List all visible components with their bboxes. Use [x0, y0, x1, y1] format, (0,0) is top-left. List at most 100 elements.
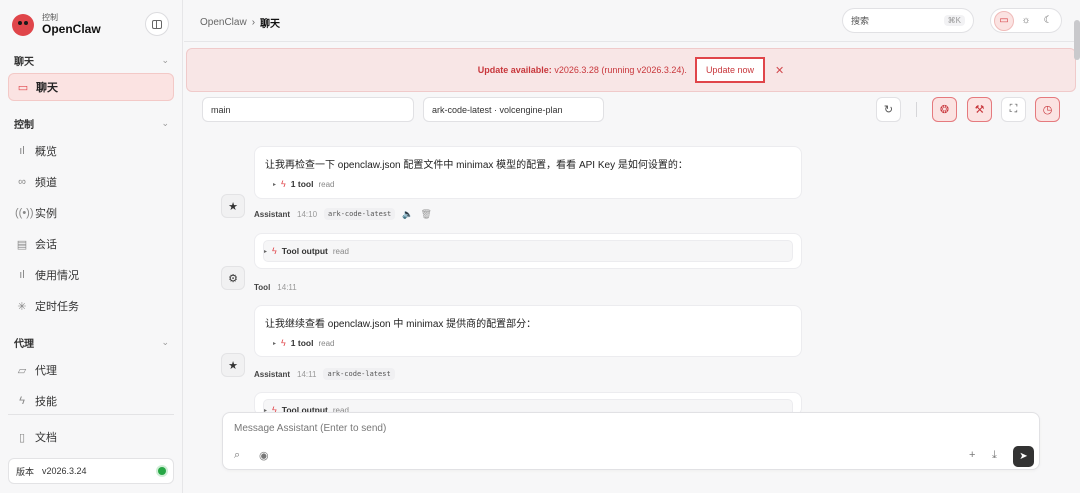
tool-name: Tool output [281, 246, 328, 256]
toolbar-separator [916, 102, 917, 117]
brain-icon[interactable]: ❂ [932, 97, 957, 122]
version-box: 版本 v2026.3.24 [8, 458, 174, 484]
sidebar-item-chat[interactable]: ▭ 聊天 [8, 73, 174, 101]
composer-placeholder: Message Assistant (Enter to send) [234, 423, 387, 434]
paperclip-icon[interactable]: ⌕ [234, 449, 240, 462]
sidebar-item-skills[interactable]: ϟ 技能 [8, 387, 174, 415]
refresh-icon[interactable]: ↻ [876, 97, 901, 122]
moon-icon[interactable]: ☾ [1038, 11, 1058, 31]
group-label: 代理 [14, 339, 34, 350]
brand[interactable]: 控制 OpenClaw [12, 10, 101, 40]
sidebar-divider [8, 414, 174, 415]
assistant-avatar-star-icon: ★ [221, 194, 245, 218]
sidebar-item-label: 使用情况 [35, 270, 79, 282]
sun-icon[interactable]: ☼ [1016, 11, 1036, 31]
group-label: 聊天 [14, 57, 34, 68]
tool-message: ▸ ϟ Tool output read [254, 233, 802, 269]
update-detail: v2026.3.28 (running v2026.3.24). [554, 65, 687, 75]
book-icon: ▯ [18, 431, 26, 444]
close-icon[interactable]: ✕ [775, 64, 784, 77]
broadcast-icon: ((•)) [15, 207, 34, 219]
trash-icon[interactable]: 🗑 [420, 209, 431, 220]
link-icon: ∞ [18, 176, 26, 188]
sidebar-item-label: 技能 [35, 396, 57, 408]
sidebar-item-channels[interactable]: ∞ 频道 [8, 168, 174, 196]
sidebar-toggle-icon [152, 19, 162, 29]
update-title: Update available: [477, 65, 552, 75]
sidebar-item-docs[interactable]: ▯ 文档 [8, 423, 174, 451]
sidebar-item-label: 文档 [35, 432, 57, 444]
wrench-icon[interactable]: ⚒ [967, 97, 992, 122]
breadcrumb-root[interactable]: OpenClaw [200, 17, 247, 28]
bar-chart-icon: ıl [19, 145, 25, 157]
chevron-down-icon: ⌄ [161, 118, 169, 128]
group-chat[interactable]: 聊天 ⌄ [14, 53, 169, 68]
sidebar-item-instances[interactable]: ((•)) 实例 [8, 199, 174, 227]
assistant-message: 让我继续查看 openclaw.json 中 minimax 提供商的配置部分：… [254, 305, 802, 357]
model-select[interactable]: ark-code-latest · volcengine-plan [423, 97, 604, 122]
version-value: v2026.3.24 [42, 466, 87, 476]
theme-switcher: ▭ ☼ ☾ [990, 8, 1062, 33]
message-meta: Tool 14:11 [254, 283, 297, 292]
topbar: OpenClaw › 聊天 搜索 ⌘K ▭ ☼ ☾ [184, 0, 1080, 42]
sidebar-item-usage[interactable]: ıl 使用情况 [8, 261, 174, 289]
breadcrumb: OpenClaw › 聊天 [200, 15, 280, 30]
sidebar-item-label: 定时任务 [35, 301, 79, 313]
sidebar-item-overview[interactable]: ıl 概览 [8, 137, 174, 165]
speaker-icon[interactable]: 🔈 [402, 209, 413, 220]
tool-name: 1 tool [290, 338, 314, 348]
message-role: Tool [254, 283, 271, 292]
chat-icon: ▭ [17, 81, 29, 94]
message-role: Assistant [254, 369, 291, 379]
openclaw-logo-icon [12, 14, 34, 36]
message-time: 14:10 [297, 209, 318, 219]
tool-kind: read [318, 179, 335, 189]
message-meta: Assistant 14:10 ark-code-latest 🔈 🗑 [254, 208, 432, 220]
sidebar-item-label: 实例 [35, 208, 57, 220]
message-text: 让我继续查看 openclaw.json 中 minimax 提供商的配置部分： [265, 319, 537, 330]
breadcrumb-current: 聊天 [260, 19, 281, 30]
bolt-icon: ϟ [281, 338, 286, 348]
send-button[interactable]: ➤ [1013, 446, 1034, 467]
collapse-sidebar-button[interactable] [145, 12, 169, 36]
focus-icon[interactable]: ⛶ [1001, 97, 1026, 122]
tool-output-toggle[interactable]: ▸ ϟ Tool output read [263, 240, 793, 262]
chevron-down-icon: ⌄ [161, 337, 169, 347]
download-icon[interactable]: ⤓ [992, 449, 997, 462]
microphone-icon[interactable]: ◉ [259, 449, 269, 462]
message-composer[interactable]: Message Assistant (Enter to send) ⌕ ◉ + … [222, 412, 1040, 470]
sidebar-item-label: 代理 [35, 365, 57, 377]
scrollbar[interactable] [1074, 20, 1080, 60]
sidebar-item-sessions[interactable]: ▤ 会话 [8, 230, 174, 258]
plus-icon[interactable]: + [969, 449, 975, 461]
document-icon: ▤ [16, 238, 28, 251]
monitor-icon[interactable]: ▭ [994, 10, 1014, 31]
search-shortcut: ⌘K [943, 15, 965, 26]
search-placeholder: 搜索 [851, 16, 870, 26]
sidebar-item-cron[interactable]: ✳ 定时任务 [8, 292, 174, 320]
caret-right-icon: ▸ [273, 340, 277, 347]
loader-icon: ✳ [17, 300, 27, 313]
message-model: ark-code-latest [324, 208, 396, 220]
tool-call-toggle[interactable]: ▸ ϟ 1 tool read [265, 338, 791, 348]
message-time: 14:11 [277, 283, 297, 292]
tool-call-toggle[interactable]: ▸ ϟ 1 tool read [265, 179, 791, 189]
tool-kind: read [318, 338, 335, 348]
folder-icon: ▱ [17, 364, 27, 377]
chevron-down-icon: ⌄ [161, 55, 169, 65]
group-label: 控制 [14, 120, 34, 131]
update-now-button[interactable]: Update now [694, 57, 765, 83]
message-role: Assistant [254, 209, 291, 219]
status-dot [158, 467, 166, 475]
clock-icon[interactable]: ◷ [1035, 97, 1060, 122]
group-control[interactable]: 控制 ⌄ [14, 116, 169, 131]
search-input[interactable]: 搜索 ⌘K [842, 8, 974, 33]
message-text: 让我再检查一下 openclaw.json 配置文件中 minimax 模型的配… [265, 160, 688, 171]
sidebar-item-label: 概览 [35, 146, 57, 158]
bolt-icon: ϟ [272, 246, 277, 256]
version-label: 版本 [16, 466, 35, 477]
sidebar-item-agents[interactable]: ▱ 代理 [8, 356, 174, 384]
caret-right-icon: ▸ [264, 248, 268, 255]
agent-select[interactable]: main [202, 97, 414, 122]
group-agents[interactable]: 代理 ⌄ [14, 335, 169, 350]
